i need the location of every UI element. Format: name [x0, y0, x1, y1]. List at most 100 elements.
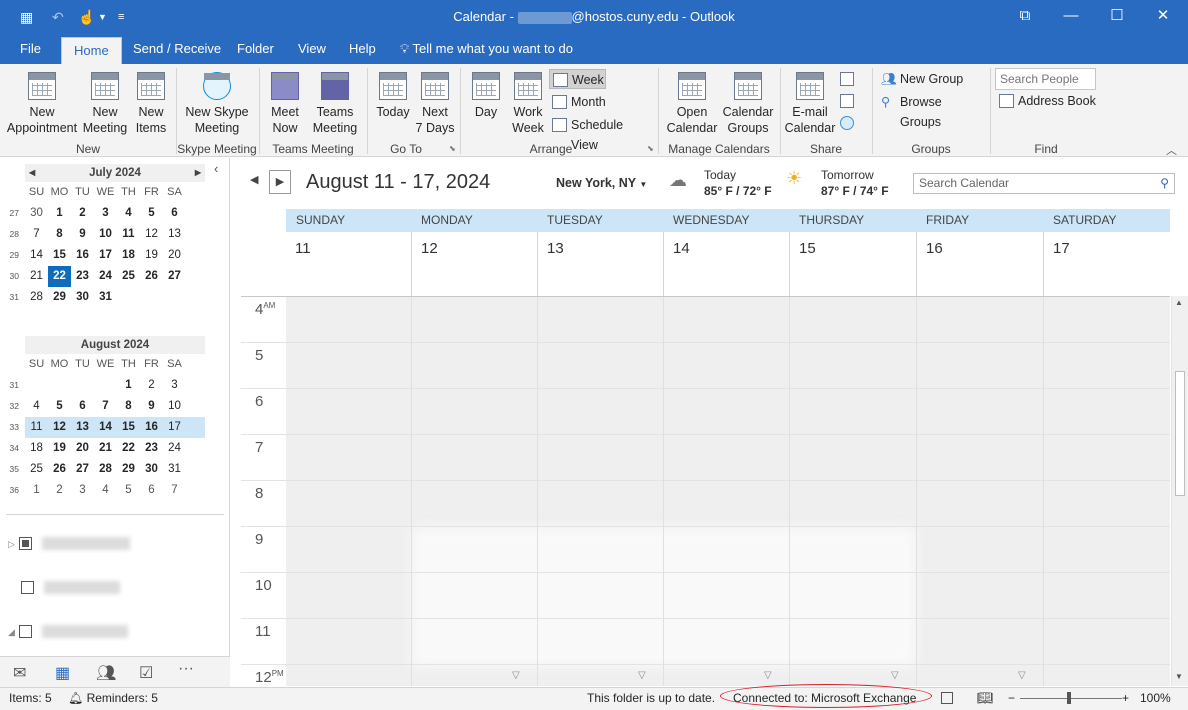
- date-cell[interactable]: 1: [48, 203, 71, 224]
- tab-help[interactable]: Help: [341, 34, 384, 64]
- expand-icon[interactable]: ▷: [8, 539, 15, 549]
- new-meeting-button[interactable]: New Meeting: [82, 72, 128, 136]
- new-items-button[interactable]: New Items: [130, 72, 172, 136]
- minimize-button[interactable]: —: [1048, 0, 1094, 34]
- checkbox[interactable]: [18, 625, 32, 639]
- date-cell[interactable]: 22: [48, 266, 71, 287]
- location-dropdown[interactable]: New York, NY ▼: [556, 176, 647, 190]
- date-cell[interactable]: 17: [94, 245, 117, 266]
- day-column-header[interactable]: 15: [789, 232, 916, 296]
- date-cell[interactable]: [140, 287, 163, 308]
- zoom-in-icon[interactable]: +: [1122, 691, 1129, 705]
- date-cell[interactable]: 11: [25, 417, 48, 438]
- weather-today[interactable]: Today 85° F / 72° F: [704, 168, 772, 198]
- date-cell[interactable]: 21: [25, 266, 48, 287]
- scroll-down-icon[interactable]: ▼: [1175, 672, 1183, 681]
- teams-meeting-button[interactable]: Teams Meeting: [306, 72, 364, 136]
- collapse-icon[interactable]: ◢: [8, 627, 15, 637]
- today-button[interactable]: Today: [372, 72, 414, 120]
- tab-send-receive[interactable]: Send / Receive: [125, 34, 229, 64]
- date-cell[interactable]: 25: [117, 266, 140, 287]
- date-cell[interactable]: 7: [25, 224, 48, 245]
- goto-dialog-launcher-icon[interactable]: ⬊: [449, 144, 456, 153]
- day-column-header[interactable]: 11: [286, 232, 411, 296]
- date-cell[interactable]: 15: [48, 245, 71, 266]
- new-skype-meeting-button[interactable]: New Skype Meeting: [182, 72, 252, 136]
- search-people-input[interactable]: Search People: [995, 68, 1096, 90]
- people-icon[interactable]: 👥︎: [96, 663, 116, 683]
- month-view-button[interactable]: Month: [549, 92, 619, 112]
- date-cell[interactable]: 6: [71, 396, 94, 417]
- reminders-count[interactable]: 🔔︎ Reminders: 5: [68, 691, 158, 705]
- date-cell[interactable]: 28: [25, 287, 48, 308]
- date-cell[interactable]: 19: [140, 245, 163, 266]
- tell-me-search[interactable]: 💡︎ Tell me what you want to do: [392, 34, 581, 64]
- email-calendar-button[interactable]: E-mail Calendar: [784, 72, 836, 136]
- date-cell[interactable]: 17: [163, 417, 186, 438]
- close-button[interactable]: ✕: [1140, 0, 1186, 34]
- date-cell[interactable]: 7: [163, 480, 186, 501]
- publish-online-icon[interactable]: [840, 94, 854, 108]
- checkbox[interactable]: [18, 537, 32, 551]
- tab-home[interactable]: Home: [61, 37, 122, 64]
- date-cell[interactable]: 25: [25, 459, 48, 480]
- day-column-header[interactable]: 13: [537, 232, 663, 296]
- date-cell[interactable]: 10: [94, 224, 117, 245]
- date-cell[interactable]: 14: [25, 245, 48, 266]
- date-cell[interactable]: 23: [71, 266, 94, 287]
- date-cell[interactable]: 4: [25, 396, 48, 417]
- next-7-days-button[interactable]: Next 7 Days: [414, 72, 456, 136]
- mail-icon[interactable]: ✉: [13, 663, 26, 683]
- date-cell[interactable]: 5: [140, 203, 163, 224]
- date-cell[interactable]: 20: [71, 438, 94, 459]
- date-cell[interactable]: 5: [48, 396, 71, 417]
- date-cell[interactable]: 10: [163, 396, 186, 417]
- zoom-out-icon[interactable]: −: [1008, 691, 1015, 705]
- date-cell[interactable]: 18: [117, 245, 140, 266]
- date-cell[interactable]: 11: [117, 224, 140, 245]
- date-cell[interactable]: 3: [71, 480, 94, 501]
- date-cell[interactable]: 30: [25, 203, 48, 224]
- calendar-groups-button[interactable]: Calendar Groups: [720, 72, 776, 136]
- scrollbar-thumb[interactable]: [1175, 371, 1185, 496]
- chevron-down-icon[interactable]: ▽: [512, 670, 520, 681]
- date-cell[interactable]: 29: [48, 287, 71, 308]
- day-column-header[interactable]: 17: [1043, 232, 1170, 296]
- date-cell[interactable]: 22: [117, 438, 140, 459]
- meet-now-button[interactable]: Meet Now: [264, 72, 306, 136]
- calendar-icon[interactable]: ▦: [55, 663, 70, 683]
- date-cell[interactable]: 26: [48, 459, 71, 480]
- day-view-button[interactable]: Day: [466, 72, 506, 120]
- date-cell[interactable]: 1: [117, 375, 140, 396]
- chevron-down-icon[interactable]: ▽: [764, 670, 772, 681]
- previous-week-icon[interactable]: ◀: [250, 173, 258, 186]
- search-icon[interactable]: ⚲: [1160, 174, 1169, 193]
- date-cell[interactable]: 18: [25, 438, 48, 459]
- share-calendar-icon[interactable]: [840, 72, 854, 86]
- date-cell[interactable]: 12: [140, 224, 163, 245]
- date-cell[interactable]: 27: [163, 266, 186, 287]
- tasks-icon[interactable]: ☑: [139, 663, 153, 683]
- chevron-down-icon[interactable]: ▽: [638, 670, 646, 681]
- date-cell[interactable]: 24: [163, 438, 186, 459]
- day-column-header[interactable]: 14: [663, 232, 789, 296]
- scroll-up-icon[interactable]: ▲: [1175, 298, 1183, 307]
- tab-folder[interactable]: Folder: [229, 34, 282, 64]
- tab-view[interactable]: View: [290, 34, 334, 64]
- next-week-icon[interactable]: ▶: [269, 170, 291, 194]
- tab-file[interactable]: File: [12, 34, 49, 64]
- reading-view-icon[interactable]: 📖︎: [977, 690, 994, 706]
- date-cell[interactable]: 9: [71, 224, 94, 245]
- work-week-view-button[interactable]: Work Week: [508, 72, 548, 136]
- vertical-scrollbar[interactable]: ▲ ▼: [1171, 296, 1188, 686]
- zoom-slider[interactable]: [1020, 698, 1122, 699]
- date-cell[interactable]: 7: [94, 396, 117, 417]
- date-cell[interactable]: [117, 287, 140, 308]
- schedule-view-button[interactable]: Schedule View: [549, 115, 653, 152]
- date-cell[interactable]: 24: [94, 266, 117, 287]
- date-cell[interactable]: 19: [48, 438, 71, 459]
- maximize-button[interactable]: ☐: [1094, 0, 1140, 34]
- ribbon-display-options-icon[interactable]: ⧉: [1002, 0, 1048, 34]
- date-cell[interactable]: 29: [117, 459, 140, 480]
- day-column-header[interactable]: 12: [411, 232, 537, 296]
